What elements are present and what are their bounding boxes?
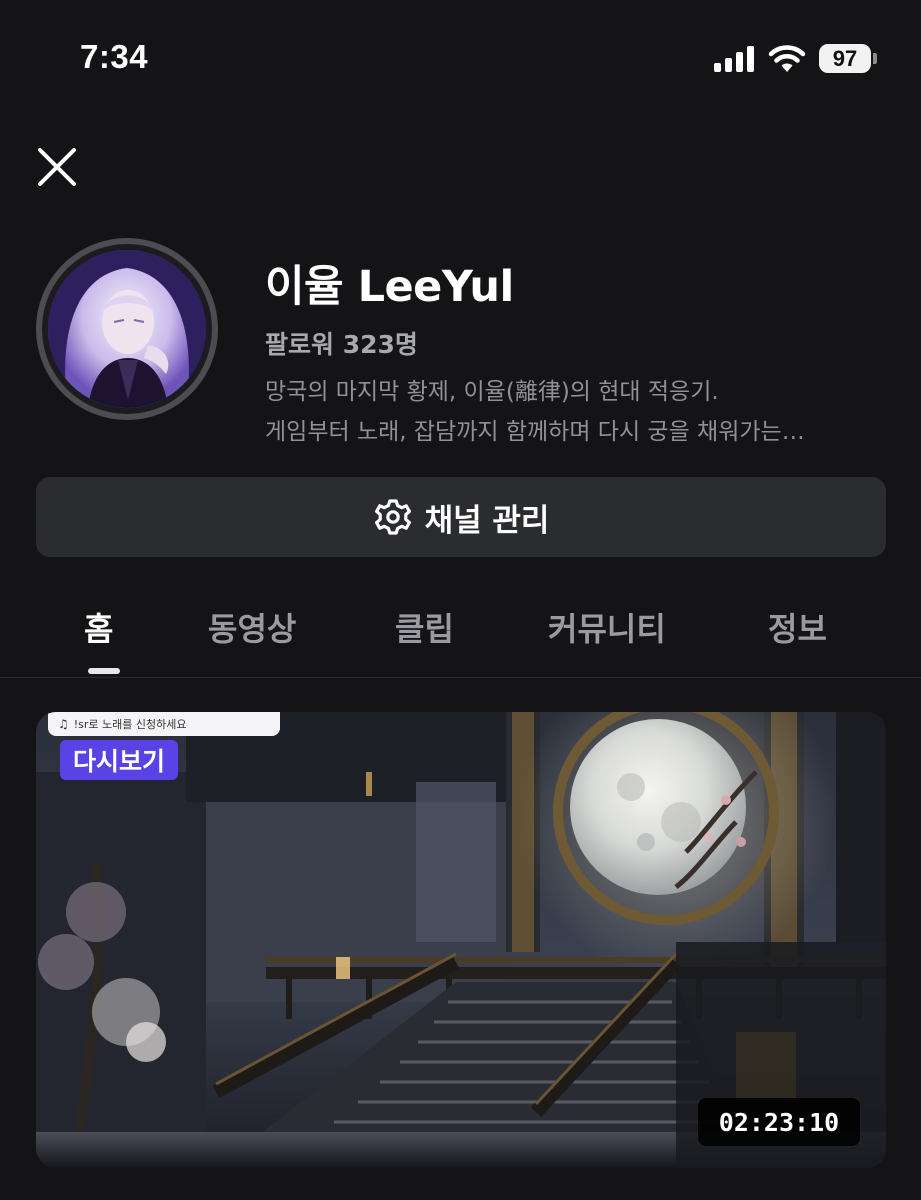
followers-label: 팔로워 xyxy=(265,330,335,359)
song-request-notice: ♫ !sr로 노래를 신청하세요 xyxy=(48,712,280,736)
followers-value: 323명 xyxy=(342,330,418,359)
avatar xyxy=(48,250,206,408)
close-icon[interactable] xyxy=(36,146,78,188)
tab-videos[interactable]: 동영상 xyxy=(208,604,296,650)
avatar-ring[interactable] xyxy=(36,238,218,420)
wifi-icon xyxy=(768,45,806,72)
channel-name: 이율 LeeYul xyxy=(265,262,514,312)
battery-nub xyxy=(873,53,877,64)
tab-info[interactable]: 정보 xyxy=(768,604,827,650)
manage-channel-button[interactable]: 채널 관리 xyxy=(36,477,886,557)
follower-count: 팔로워 323명 xyxy=(265,325,418,361)
tab-bar: 홈 동영상 클립 커뮤니티 정보 xyxy=(0,592,921,678)
description-line: 게임부터 노래, 잡담까지 함께하며 다시 궁을 채워가는… xyxy=(265,419,805,445)
music-note-icon: ♫ xyxy=(58,717,69,731)
song-request-text: !sr로 노래를 신청하세요 xyxy=(73,718,187,731)
battery-icon: 97 xyxy=(819,44,871,73)
manage-channel-label: 채널 관리 xyxy=(424,502,550,539)
gear-icon xyxy=(374,499,411,535)
tab-community[interactable]: 커뮤니티 xyxy=(548,604,666,650)
description-line: 망국의 마지막 황제, 이율(離律)의 현대 적응기. xyxy=(265,379,719,405)
cellular-signal-icon xyxy=(714,46,756,72)
active-tab-indicator xyxy=(88,668,120,674)
video-card[interactable]: ♫ !sr로 노래를 신청하세요 다시보기 02:23:10 xyxy=(36,712,886,1168)
channel-description[interactable]: 망국의 마지막 황제, 이율(離律)의 현대 적응기. 게임부터 노래, 잡담까… xyxy=(265,372,865,452)
duration-badge: 02:23:10 xyxy=(698,1098,860,1146)
status-time: 7:34 xyxy=(80,38,149,75)
channel-page: 7:34 97 이율 LeeYul 팔로워 323명 망국의 마지막 황제, 이… xyxy=(0,0,921,1200)
tab-home[interactable]: 홈 xyxy=(84,604,113,650)
battery-level: 97 xyxy=(832,45,858,71)
replay-badge: 다시보기 xyxy=(60,740,179,780)
status-bar: 7:34 97 xyxy=(0,0,921,120)
tab-clips[interactable]: 클립 xyxy=(395,604,454,650)
